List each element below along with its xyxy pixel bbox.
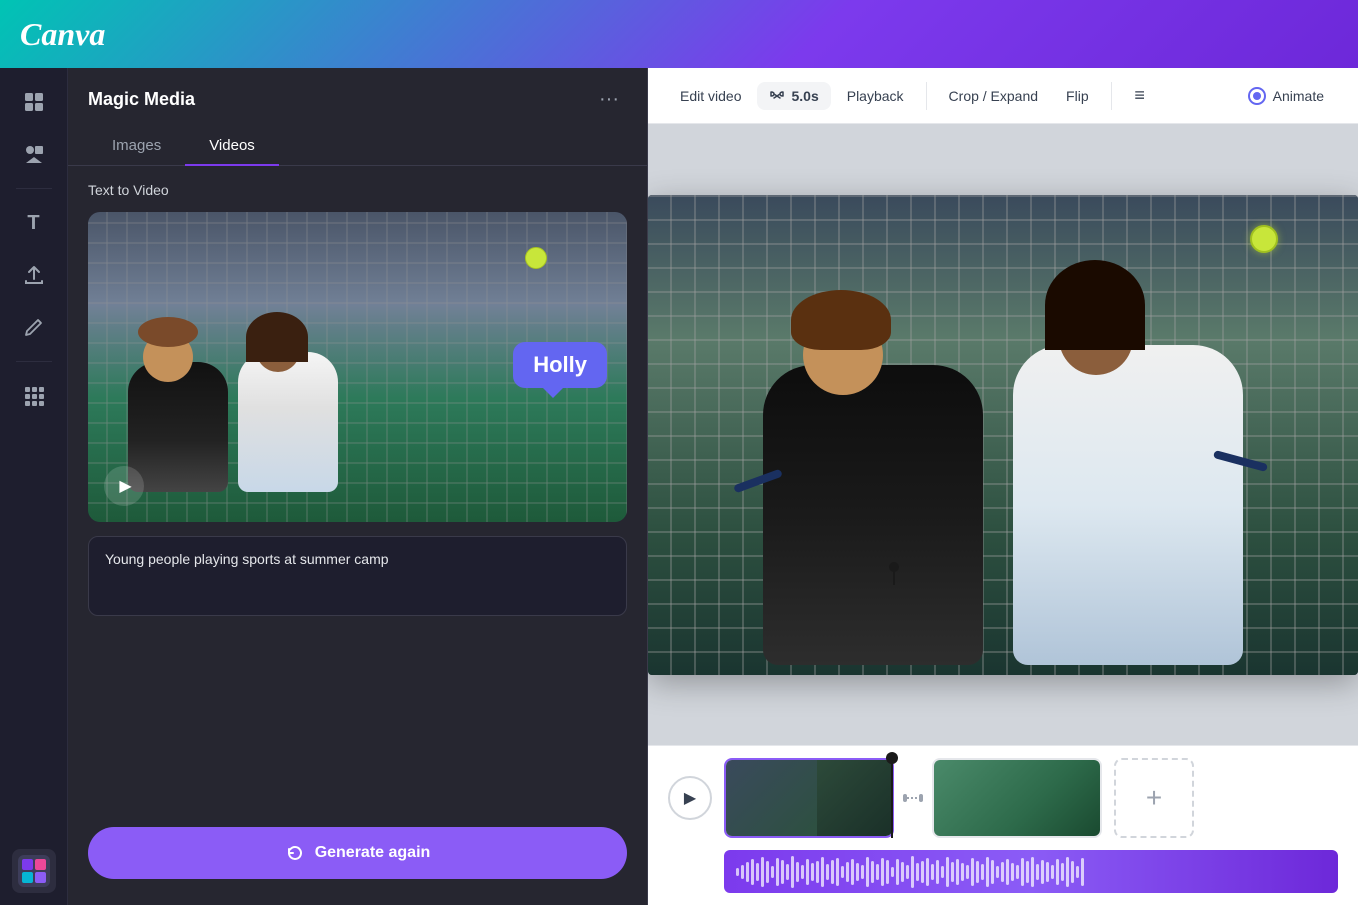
timeline-play-button[interactable]: ▶ <box>668 776 712 820</box>
separator-icon <box>901 786 925 810</box>
canvas-frame <box>648 195 1358 675</box>
refresh-icon <box>285 843 305 863</box>
canvas-area <box>648 124 1358 745</box>
sidebar-divider-2 <box>16 361 52 362</box>
tennis-ball-preview <box>525 247 547 269</box>
scrubber-head-indicator <box>889 562 899 572</box>
holly-tooltip: Holly <box>513 342 607 388</box>
add-clip-icon: + <box>1146 782 1162 814</box>
canvas-figures <box>648 243 1358 675</box>
person1-hair <box>138 317 198 347</box>
waveform <box>736 850 1326 893</box>
tab-bar: Images Videos <box>68 127 647 166</box>
text-icon: T <box>27 212 39 235</box>
section-label: Text to Video <box>88 182 627 198</box>
tab-images[interactable]: Images <box>88 127 185 166</box>
timeline-clip-2[interactable] <box>932 758 1102 838</box>
canvas-p2-hair <box>1045 260 1145 350</box>
sidebar-item-text[interactable]: T <box>12 201 56 245</box>
panel-header: Magic Media ··· <box>68 68 647 127</box>
scissors-icon <box>769 88 785 104</box>
timeline-position-indicator <box>893 567 895 585</box>
video-preview-card: Holly ▶ <box>88 212 627 522</box>
main-layout: T <box>0 68 1358 905</box>
timeline-clip-1[interactable] <box>724 758 894 838</box>
person1 <box>118 312 238 492</box>
playback-button[interactable]: Playback <box>835 80 916 112</box>
timeline-area: ▶ <box>648 745 1358 905</box>
canva-logo: Canva <box>20 16 105 53</box>
timeline-track: ▶ <box>648 746 1358 850</box>
timeline-clips: + <box>724 758 1338 838</box>
toolbar: Edit video 5.0s Playback Crop / Expand F… <box>648 68 1358 124</box>
animate-label: Animate <box>1273 88 1324 104</box>
text-to-video-input[interactable] <box>88 536 627 616</box>
flip-label: Flip <box>1066 88 1089 104</box>
canvas-p1-hair <box>791 290 891 350</box>
video-figures <box>118 312 348 492</box>
sidebar-item-draw[interactable] <box>12 305 56 349</box>
generate-again-button[interactable]: Generate again <box>88 827 627 879</box>
generate-again-label: Generate again <box>315 844 431 862</box>
crop-expand-label: Crop / Expand <box>949 88 1039 104</box>
clip1-thumbnail <box>726 760 892 836</box>
panel-title: Magic Media <box>88 89 195 110</box>
sidebar-item-uploads[interactable] <box>12 253 56 297</box>
sidebar-item-apps[interactable] <box>12 374 56 418</box>
icon-sidebar: T <box>0 68 68 905</box>
clip-separator <box>898 783 928 813</box>
more-options-button[interactable]: ≡ <box>1122 78 1158 114</box>
panel-menu-button[interactable]: ··· <box>591 84 627 115</box>
person2 <box>228 312 348 492</box>
sidebar-item-magic-media[interactable] <box>12 849 56 893</box>
tab-videos[interactable]: Videos <box>185 127 279 166</box>
more-options-icon: ≡ <box>1134 85 1145 106</box>
audio-waveform-track[interactable] <box>724 850 1338 893</box>
panel-content: Text to Video <box>68 166 647 905</box>
crop-expand-button[interactable]: Crop / Expand <box>937 80 1051 112</box>
edit-video-button[interactable]: Edit video <box>668 80 753 112</box>
add-clip-button[interactable]: + <box>1114 758 1194 838</box>
flip-button[interactable]: Flip <box>1054 80 1101 112</box>
clip2-thumbnail <box>934 760 1100 836</box>
timeline-scrubber <box>891 758 893 838</box>
toolbar-separator-1 <box>926 82 927 110</box>
sidebar-item-elements[interactable] <box>12 132 56 176</box>
video-thumbnail: Holly <box>88 212 627 522</box>
right-area: Edit video 5.0s Playback Crop / Expand F… <box>648 68 1358 905</box>
animate-icon <box>1247 86 1267 106</box>
playback-label: Playback <box>847 88 904 104</box>
canvas-person1 <box>723 245 1023 665</box>
left-panel: Magic Media ··· Images Videos Text to Vi… <box>68 68 648 905</box>
animate-button[interactable]: Animate <box>1233 78 1338 114</box>
timeline-play-icon: ▶ <box>684 788 696 808</box>
toolbar-separator-2 <box>1111 82 1112 110</box>
scrubber-head <box>886 752 898 764</box>
play-icon: ▶ <box>119 476 131 496</box>
sidebar-item-templates[interactable] <box>12 80 56 124</box>
sidebar-divider-1 <box>16 188 52 189</box>
person2-hair <box>246 312 308 362</box>
play-button-preview[interactable]: ▶ <box>104 466 144 506</box>
top-bar: Canva <box>0 0 1358 68</box>
toolbar-duration: 5.0s <box>757 82 830 110</box>
edit-video-label: Edit video <box>680 88 741 104</box>
duration-label: 5.0s <box>791 88 818 104</box>
